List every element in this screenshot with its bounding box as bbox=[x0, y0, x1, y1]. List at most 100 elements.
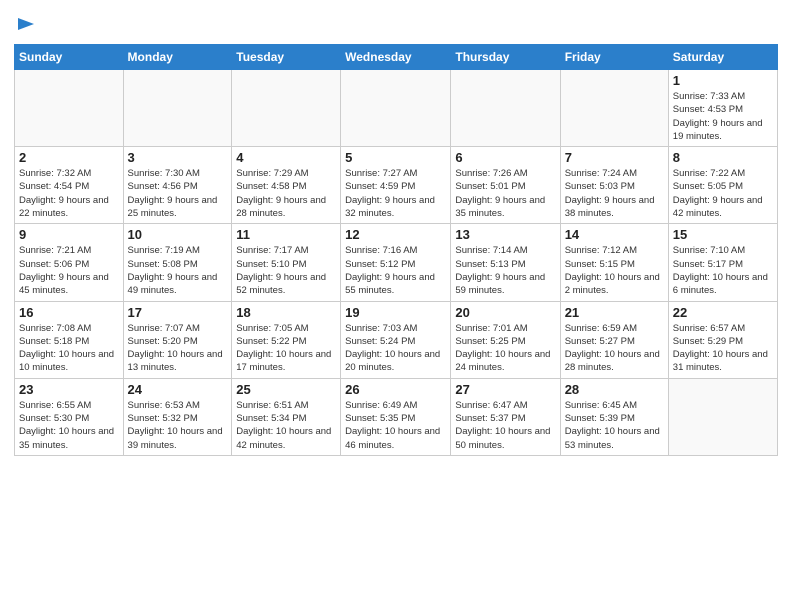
day-number: 19 bbox=[345, 305, 446, 320]
day-cell: 12 Sunrise: 7:16 AMSunset: 5:12 PMDayligh… bbox=[341, 224, 451, 301]
day-number: 5 bbox=[345, 150, 446, 165]
day-cell: 21Sunrise: 6:59 AMSunset: 5:27 PMDayligh… bbox=[560, 301, 668, 378]
week-row-1: 1 Sunrise: 7:33 AMSunset: 4:53 PMDaylight… bbox=[15, 70, 778, 147]
day-number: 28 bbox=[565, 382, 664, 397]
weekday-header-monday: Monday bbox=[123, 45, 232, 70]
day-info: Sunrise: 7:01 AMSunset: 5:25 PMDaylight:… bbox=[455, 322, 555, 375]
weekday-header-friday: Friday bbox=[560, 45, 668, 70]
day-cell: 17 Sunrise: 7:07 AMSunset: 5:20 PMDayligh… bbox=[123, 301, 232, 378]
day-cell: 13Sunrise: 7:14 AMSunset: 5:13 PMDayligh… bbox=[451, 224, 560, 301]
day-number: 9 bbox=[19, 227, 119, 242]
day-number: 15 bbox=[673, 227, 773, 242]
day-number: 6 bbox=[455, 150, 555, 165]
day-cell: 24 Sunrise: 6:53 AMSunset: 5:32 PMDayligh… bbox=[123, 378, 232, 455]
day-info: Sunrise: 7:24 AMSunset: 5:03 PMDaylight:… bbox=[565, 167, 664, 220]
week-row-4: 16Sunrise: 7:08 AMSunset: 5:18 PMDayligh… bbox=[15, 301, 778, 378]
week-row-2: 2 Sunrise: 7:32 AMSunset: 4:54 PMDaylight… bbox=[15, 147, 778, 224]
day-number: 10 bbox=[128, 227, 228, 242]
day-number: 18 bbox=[236, 305, 336, 320]
day-cell: 1 Sunrise: 7:33 AMSunset: 4:53 PMDaylight… bbox=[668, 70, 777, 147]
day-number: 1 bbox=[673, 73, 773, 88]
day-number: 26 bbox=[345, 382, 446, 397]
day-number: 7 bbox=[565, 150, 664, 165]
weekday-header-wednesday: Wednesday bbox=[341, 45, 451, 70]
day-cell: 10 Sunrise: 7:19 AMSunset: 5:08 PMDayligh… bbox=[123, 224, 232, 301]
day-number: 2 bbox=[19, 150, 119, 165]
day-cell: 27 Sunrise: 6:47 AMSunset: 5:37 PMDayligh… bbox=[451, 378, 560, 455]
day-cell bbox=[232, 70, 341, 147]
day-info: Sunrise: 6:57 AMSunset: 5:29 PMDaylight:… bbox=[673, 322, 773, 375]
day-info: Sunrise: 7:27 AMSunset: 4:59 PMDaylight:… bbox=[345, 167, 446, 220]
day-info: Sunrise: 7:29 AMSunset: 4:58 PMDaylight:… bbox=[236, 167, 336, 220]
day-info: Sunrise: 7:16 AMSunset: 5:12 PMDaylight:… bbox=[345, 244, 446, 297]
calendar-table: SundayMondayTuesdayWednesdayThursdayFrid… bbox=[14, 44, 778, 456]
weekday-header-row: SundayMondayTuesdayWednesdayThursdayFrid… bbox=[15, 45, 778, 70]
day-number: 4 bbox=[236, 150, 336, 165]
day-cell: 20 Sunrise: 7:01 AMSunset: 5:25 PMDayligh… bbox=[451, 301, 560, 378]
day-cell: 18 Sunrise: 7:05 AMSunset: 5:22 PMDayligh… bbox=[232, 301, 341, 378]
day-number: 24 bbox=[128, 382, 228, 397]
day-number: 16 bbox=[19, 305, 119, 320]
day-info: Sunrise: 6:51 AMSunset: 5:34 PMDaylight:… bbox=[236, 399, 336, 452]
day-cell: 8 Sunrise: 7:22 AMSunset: 5:05 PMDaylight… bbox=[668, 147, 777, 224]
day-info: Sunrise: 7:32 AMSunset: 4:54 PMDaylight:… bbox=[19, 167, 119, 220]
logo bbox=[14, 16, 36, 38]
day-info: Sunrise: 6:55 AMSunset: 5:30 PMDaylight:… bbox=[19, 399, 119, 452]
day-info: Sunrise: 7:22 AMSunset: 5:05 PMDaylight:… bbox=[673, 167, 773, 220]
day-number: 8 bbox=[673, 150, 773, 165]
day-info: Sunrise: 7:19 AMSunset: 5:08 PMDaylight:… bbox=[128, 244, 228, 297]
day-cell: 2 Sunrise: 7:32 AMSunset: 4:54 PMDaylight… bbox=[15, 147, 124, 224]
day-info: Sunrise: 7:30 AMSunset: 4:56 PMDaylight:… bbox=[128, 167, 228, 220]
header bbox=[14, 10, 778, 38]
day-info: Sunrise: 7:03 AMSunset: 5:24 PMDaylight:… bbox=[345, 322, 446, 375]
day-number: 20 bbox=[455, 305, 555, 320]
day-cell bbox=[341, 70, 451, 147]
day-cell: 25 Sunrise: 6:51 AMSunset: 5:34 PMDayligh… bbox=[232, 378, 341, 455]
week-row-3: 9Sunrise: 7:21 AMSunset: 5:06 PMDaylight… bbox=[15, 224, 778, 301]
day-cell: 3 Sunrise: 7:30 AMSunset: 4:56 PMDaylight… bbox=[123, 147, 232, 224]
day-cell: 6 Sunrise: 7:26 AMSunset: 5:01 PMDaylight… bbox=[451, 147, 560, 224]
day-cell bbox=[15, 70, 124, 147]
day-cell bbox=[560, 70, 668, 147]
day-cell: 7 Sunrise: 7:24 AMSunset: 5:03 PMDaylight… bbox=[560, 147, 668, 224]
weekday-header-tuesday: Tuesday bbox=[232, 45, 341, 70]
weekday-header-saturday: Saturday bbox=[668, 45, 777, 70]
day-info: Sunrise: 7:33 AMSunset: 4:53 PMDaylight:… bbox=[673, 90, 773, 143]
day-cell: 4 Sunrise: 7:29 AMSunset: 4:58 PMDaylight… bbox=[232, 147, 341, 224]
day-info: Sunrise: 6:49 AMSunset: 5:35 PMDaylight:… bbox=[345, 399, 446, 452]
day-number: 11 bbox=[236, 227, 336, 242]
day-cell: 28 Sunrise: 6:45 AMSunset: 5:39 PMDayligh… bbox=[560, 378, 668, 455]
day-cell: 14 Sunrise: 7:12 AMSunset: 5:15 PMDayligh… bbox=[560, 224, 668, 301]
day-info: Sunrise: 7:07 AMSunset: 5:20 PMDaylight:… bbox=[128, 322, 228, 375]
day-number: 12 bbox=[345, 227, 446, 242]
day-cell: 26 Sunrise: 6:49 AMSunset: 5:35 PMDayligh… bbox=[341, 378, 451, 455]
day-number: 22 bbox=[673, 305, 773, 320]
weekday-header-thursday: Thursday bbox=[451, 45, 560, 70]
day-info: Sunrise: 7:26 AMSunset: 5:01 PMDaylight:… bbox=[455, 167, 555, 220]
day-info: Sunrise: 7:12 AMSunset: 5:15 PMDaylight:… bbox=[565, 244, 664, 297]
page: SundayMondayTuesdayWednesdayThursdayFrid… bbox=[0, 0, 792, 466]
day-cell: 11Sunrise: 7:17 AMSunset: 5:10 PMDayligh… bbox=[232, 224, 341, 301]
day-cell: 22 Sunrise: 6:57 AMSunset: 5:29 PMDayligh… bbox=[668, 301, 777, 378]
day-info: Sunrise: 6:53 AMSunset: 5:32 PMDaylight:… bbox=[128, 399, 228, 452]
logo-flag-icon bbox=[16, 16, 36, 38]
day-number: 3 bbox=[128, 150, 228, 165]
day-number: 17 bbox=[128, 305, 228, 320]
day-cell: 9Sunrise: 7:21 AMSunset: 5:06 PMDaylight… bbox=[15, 224, 124, 301]
day-cell: 19 Sunrise: 7:03 AMSunset: 5:24 PMDayligh… bbox=[341, 301, 451, 378]
day-number: 25 bbox=[236, 382, 336, 397]
day-number: 27 bbox=[455, 382, 555, 397]
day-info: Sunrise: 6:47 AMSunset: 5:37 PMDaylight:… bbox=[455, 399, 555, 452]
day-cell bbox=[451, 70, 560, 147]
day-cell bbox=[668, 378, 777, 455]
day-info: Sunrise: 7:14 AMSunset: 5:13 PMDaylight:… bbox=[455, 244, 555, 297]
day-info: Sunrise: 6:45 AMSunset: 5:39 PMDaylight:… bbox=[565, 399, 664, 452]
day-number: 23 bbox=[19, 382, 119, 397]
day-number: 14 bbox=[565, 227, 664, 242]
day-cell bbox=[123, 70, 232, 147]
day-info: Sunrise: 7:10 AMSunset: 5:17 PMDaylight:… bbox=[673, 244, 773, 297]
day-cell: 23 Sunrise: 6:55 AMSunset: 5:30 PMDayligh… bbox=[15, 378, 124, 455]
day-info: Sunrise: 6:59 AMSunset: 5:27 PMDaylight:… bbox=[565, 322, 664, 375]
weekday-header-sunday: Sunday bbox=[15, 45, 124, 70]
day-info: Sunrise: 7:05 AMSunset: 5:22 PMDaylight:… bbox=[236, 322, 336, 375]
